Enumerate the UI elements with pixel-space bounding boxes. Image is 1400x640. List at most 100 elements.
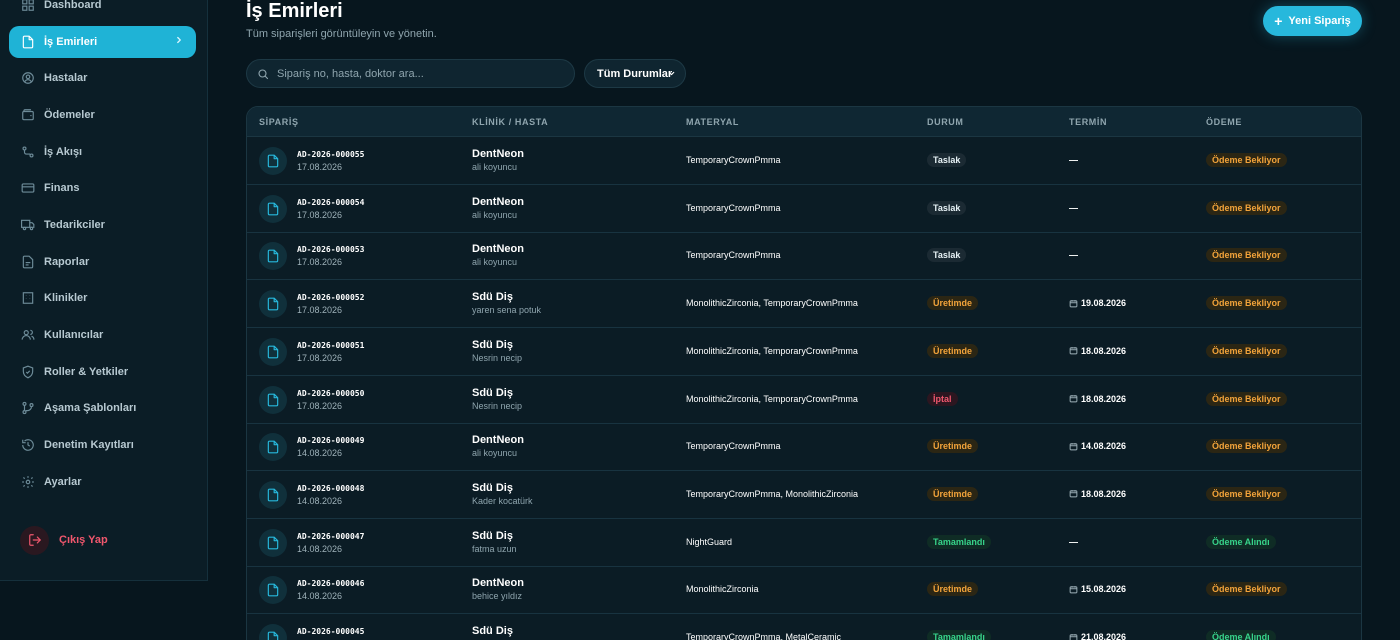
table-row[interactable]: AD-2026-000052 17.08.2026 Sdü Diş yaren sen… [247, 280, 1361, 329]
order-date: 14.08.2026 [297, 591, 343, 602]
sidebar-item-1[interactable]: Dashboard [9, 0, 196, 21]
clinic-name: Sdü Diş [472, 625, 513, 637]
table-row[interactable]: AD-2026-000047 14.08.2026 Sdü Diş fatma uzu… [247, 519, 1361, 567]
sidebar-item-5[interactable]: İş Akışı [9, 136, 196, 168]
search-box [246, 59, 575, 88]
due-date: 15.08.2026 [1069, 584, 1126, 594]
material: NightGuard [686, 536, 733, 547]
patient-name: Kader kocatürk [472, 495, 533, 506]
order-date: 14.08.2026 [297, 448, 343, 459]
due-date: — [1069, 155, 1078, 165]
clinic-name: Sdü Diş [472, 386, 513, 399]
sidebar-item-label: Tedarikciler [44, 219, 105, 231]
clinic-name: Sdü Diş [472, 338, 513, 351]
order-number: AD-2026-000055 [297, 150, 365, 159]
patient-name: ali koyuncu [472, 257, 518, 268]
material: TemporaryCrownPmma, MetalCeramic [686, 632, 842, 640]
sidebar-item-10[interactable]: Kullanıcılar [9, 319, 196, 351]
sidebar-item-label: İş Akışı [44, 146, 83, 158]
order-date: 17.08.2026 [297, 305, 343, 316]
table-row[interactable]: AD-2026-000046 14.08.2026 DentNeon behice y… [247, 566, 1361, 615]
column-clinic-patient: KLİNİK / HASTA [472, 117, 549, 127]
order-date: 17.08.2026 [297, 352, 343, 363]
order-date: 14.08.2026 [297, 495, 343, 506]
sidebar-item-8[interactable]: Raporlar [9, 246, 196, 278]
payment-badge: Ödeme Bekliyor [1206, 486, 1287, 501]
material: MonolithicZirconia [686, 584, 759, 595]
sidebar-item-4[interactable]: Ödemeler [9, 99, 196, 131]
due-date: — [1069, 537, 1078, 547]
payment-badge: Ödeme Bekliyor [1206, 296, 1287, 311]
order-date: 17.08.2026 [297, 400, 343, 411]
status-badge: İptal [927, 391, 958, 406]
order-number: AD-2026-000053 [297, 245, 365, 255]
table-row[interactable]: AD-2026-000054 17.08.2026 DentNeon ali koyu… [247, 185, 1361, 233]
calendar-icon [1069, 442, 1081, 451]
wallet-icon [21, 108, 35, 122]
due-date-value: — [1069, 155, 1078, 165]
sidebar-item-label: Hastalar [44, 72, 88, 84]
history-icon [21, 438, 35, 452]
document-icon [259, 147, 287, 175]
sidebar-item-label: Roller & Yetkiler [44, 366, 129, 378]
sidebar-item-2[interactable]: İş Emirleri [9, 26, 196, 58]
new-order-label: Yeni Sipariş [1288, 15, 1351, 27]
order-date: 17.08.2026 [297, 162, 343, 172]
order-number: AD-2026-000046 [297, 579, 365, 589]
sidebar-item-12[interactable]: Aşama Şablonları [9, 392, 196, 424]
sidebar-item-6[interactable]: Finans [9, 172, 196, 204]
calendar-icon [1069, 394, 1081, 403]
sidebar-item-14[interactable]: Ayarlar [9, 466, 196, 498]
status-filter-select[interactable]: Tüm Durumlar [584, 59, 686, 88]
clinic-name: Sdü Diş [472, 481, 513, 494]
calendar-icon [1069, 346, 1081, 355]
order-date: 17.08.2026 [297, 209, 343, 220]
due-date: 14.08.2026 [1069, 441, 1126, 451]
due-date-value: 21.08.2026 [1081, 632, 1127, 640]
sidebar-item-11[interactable]: Roller & Yetkiler [9, 356, 196, 388]
due-date: 19.08.2026 [1069, 298, 1126, 308]
clinic-name: DentNeon [472, 243, 524, 256]
table-row[interactable]: AD-2026-000051 17.08.2026 Sdü Diş Nesrin ne… [247, 328, 1361, 376]
clinic-name: DentNeon [472, 148, 524, 160]
sidebar-item-9[interactable]: Klinikler [9, 282, 196, 314]
due-date: 18.08.2026 [1069, 489, 1126, 499]
due-date: 21.08.2026 [1069, 632, 1126, 640]
document-icon [259, 433, 287, 462]
sidebar-item-13[interactable]: Denetim Kayıtları [9, 429, 196, 461]
logout-button[interactable]: Çıkış Yap [20, 525, 108, 555]
due-date: 18.08.2026 [1069, 394, 1126, 404]
table-row[interactable]: AD-2026-000048 14.08.2026 Sdü Diş Kader koc… [247, 471, 1361, 519]
sidebar-item-3[interactable]: Hastalar [9, 62, 196, 94]
table-row[interactable]: AD-2026-000055 17.08.2026 DentNeon ali koyu… [247, 137, 1361, 185]
document-icon [259, 385, 287, 414]
patient-name: ali koyuncu [472, 162, 518, 172]
status-filter-value: Tüm Durumlar [597, 67, 673, 80]
payment-badge: Ödeme Bekliyor [1206, 343, 1287, 358]
sidebar-item-label: Ayarlar [44, 476, 82, 488]
calendar-icon [1069, 299, 1081, 308]
order-number: AD-2026-000048 [297, 483, 365, 493]
status-badge: Tamamlandı [927, 630, 991, 640]
payment-badge: Ödeme Bekliyor [1206, 153, 1287, 167]
table-row[interactable]: AD-2026-000049 14.08.2026 DentNeon ali koyu… [247, 423, 1361, 472]
new-order-button[interactable]: + Yeni Sipariş [1263, 6, 1362, 36]
status-badge: Tamamlandı [927, 534, 991, 549]
search-input[interactable] [277, 67, 557, 80]
plus-icon: + [1274, 13, 1283, 29]
sidebar-item-label: Denetim Kayıtları [44, 439, 134, 451]
due-date-value: — [1069, 202, 1078, 213]
column-due: TERMİN [1069, 117, 1108, 127]
table-row[interactable]: AD-2026-000053 17.08.2026 DentNeon ali koyu… [247, 232, 1361, 281]
table-row[interactable]: AD-2026-00004514.08.2026Sdü DişTemporary… [247, 614, 1361, 640]
patient-name: Nesrin necip [472, 352, 523, 363]
payment-badge: Ödeme Bekliyor [1206, 582, 1287, 597]
clinic-name: DentNeon [472, 577, 524, 590]
sidebar-item-label: Finans [44, 182, 80, 194]
column-material: MATERYAL [686, 117, 739, 127]
column-payment: ÖDEME [1206, 117, 1243, 127]
status-badge: Üretimde [927, 343, 979, 358]
table-row[interactable]: AD-2026-000050 17.08.2026 Sdü Diş Nesrin ne… [247, 376, 1361, 424]
card-icon [21, 181, 35, 195]
sidebar-item-7[interactable]: Tedarikciler [9, 209, 196, 241]
